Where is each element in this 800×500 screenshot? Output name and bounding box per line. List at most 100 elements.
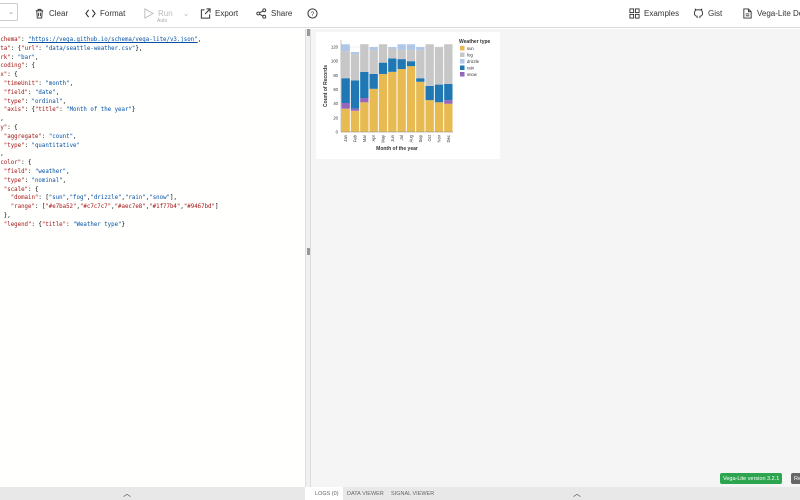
legend-swatch-sun <box>460 46 465 51</box>
code-key: "#c7c7c7" <box>79 204 112 211</box>
code-line[interactable]: "y": { <box>0 124 218 133</box>
tab-logs[interactable]: LOGS (0) <box>311 487 343 500</box>
bar-segment-rain <box>416 78 425 82</box>
clear-label: Clear <box>49 9 69 18</box>
bar-segment-fog <box>341 51 350 79</box>
chevron-down-icon[interactable]: ⌄ <box>183 9 190 18</box>
code-punct: : [ <box>34 204 46 211</box>
code-string: "Month of the year" <box>66 107 132 114</box>
x-axis-title: Month of the year <box>376 146 418 152</box>
code-line[interactable]: "type": "nominal", <box>0 177 218 186</box>
export-button[interactable]: Export <box>200 5 238 22</box>
legend-label: sun <box>467 46 474 51</box>
code-key: "#aec7e8" <box>114 204 146 211</box>
code-punct: , <box>62 98 67 105</box>
code-key: "$schema" <box>0 37 22 43</box>
trash-icon <box>35 8 44 19</box>
code-punct: : <box>10 54 18 61</box>
export-icon <box>200 8 211 19</box>
code-punct: , <box>73 133 77 140</box>
chevron-up-icon[interactable]: ︿ <box>123 488 131 499</box>
chevron-up-icon[interactable]: ︿ <box>573 488 581 499</box>
code-line[interactable]: "axis": {"title": "Month of the year"} <box>0 106 218 115</box>
bar-segment-drizzle <box>416 47 425 50</box>
code-line[interactable]: }, <box>0 150 218 159</box>
code-string[interactable]: "https://vega.github.io/schema/vega-lite… <box>28 37 198 43</box>
code-line[interactable]: "data": {"url": "data/seattle-weather.cs… <box>0 45 218 54</box>
code-key: "#9467bd" <box>183 204 215 211</box>
mode-dropdown[interactable]: ⌄ <box>0 3 18 21</box>
bar-chart: 0 20 40 60 80 100 120 Jan Feb Mar Apr May Jun Jul Aug S… <box>323 39 491 152</box>
x-tick-label: Dec <box>446 135 451 142</box>
bar-segment-fog <box>434 47 444 85</box>
code-line[interactable]: "type": "quantitative" <box>0 142 218 151</box>
code-punct: : { <box>7 124 18 131</box>
docs-button[interactable]: Vega-Lite Docs <box>742 5 800 22</box>
renderer-badge[interactable]: Re <box>791 473 800 484</box>
code-line[interactable]: "x": { <box>0 71 218 80</box>
code-string: "data/seattle-weather.csv" <box>45 45 136 52</box>
bar-segment-fog <box>378 44 388 63</box>
gist-button[interactable]: Gist <box>693 5 722 22</box>
bar-segment-sun <box>416 81 425 132</box>
bar-segment-fog <box>397 49 406 60</box>
code-key: "mark" <box>0 54 11 61</box>
code-punct: ] <box>214 204 219 211</box>
code-line[interactable]: "scale": { <box>0 186 218 195</box>
code-line[interactable]: "range": ["#e7ba52","#c7c7c7","#aec7e8",… <box>0 203 219 212</box>
code-key: "range" <box>10 204 35 211</box>
code-line[interactable]: "$schema": "https://vega.github.io/schem… <box>0 36 218 45</box>
code-punct: }, <box>0 116 4 123</box>
github-icon <box>693 8 704 19</box>
code-punct: } <box>131 107 136 114</box>
bar-segment-rain <box>406 61 416 67</box>
bar-segment-sun <box>360 102 369 132</box>
tab-signal-viewer[interactable]: SIGNAL VIEWER <box>387 487 438 500</box>
code-line[interactable]: "domain": ["sun","fog","drizzle","rain",… <box>0 194 218 203</box>
bar-segment-sun <box>369 88 378 132</box>
code-editor[interactable]: "$schema": "https://vega.github.io/schem… <box>0 29 305 487</box>
code-line[interactable]: "color": { <box>0 159 218 168</box>
code-key: "type" <box>3 177 25 184</box>
bar-segment-snow <box>360 98 369 103</box>
code-line[interactable]: "aggregate": "count", <box>0 133 218 142</box>
code-line[interactable]: }, <box>0 212 218 221</box>
code-line[interactable]: "legend": {"title": "Weather type"} <box>0 221 218 230</box>
code-key: "title" <box>34 107 60 114</box>
code-line[interactable]: "field": "date", <box>0 89 218 98</box>
code-line[interactable]: "type": "ordinal", <box>0 98 218 107</box>
legend-swatch-rain <box>460 65 465 70</box>
code-punct: , <box>55 89 60 96</box>
splitter-grip[interactable] <box>307 248 310 255</box>
examples-label: Examples <box>644 9 680 18</box>
bar-segment-fog <box>425 44 434 86</box>
code-key: "field" <box>3 89 29 96</box>
code-line[interactable]: "field": "weather", <box>0 168 218 177</box>
clear-button[interactable]: Clear <box>34 5 68 22</box>
bar-segment-rain <box>425 86 434 101</box>
examples-button[interactable]: Examples <box>629 5 679 22</box>
bar-segment-rain <box>360 71 369 99</box>
code-line[interactable]: "encoding": { <box>0 62 218 71</box>
help-button[interactable]: ? <box>307 5 318 22</box>
splitter-grip[interactable] <box>307 29 310 36</box>
bar-segment-snow <box>341 102 350 109</box>
toolbar: ⌄ Clear Format Run ⌄ Auto Export Share ?… <box>0 0 800 28</box>
format-button[interactable]: Format <box>85 5 125 22</box>
code-key: "scale" <box>3 186 29 193</box>
code-line[interactable]: }, <box>0 115 218 124</box>
bar-segment-sun <box>434 102 444 132</box>
code-punct: }, <box>3 212 11 219</box>
code-line[interactable]: "timeUnit": "month", <box>0 80 218 89</box>
bar-segment-sun <box>388 71 397 132</box>
code-line[interactable]: "mark": "bar", <box>0 54 218 63</box>
export-label: Export <box>215 9 239 18</box>
x-tick-label: Mar <box>362 134 367 142</box>
share-button[interactable]: Share <box>256 5 292 22</box>
code-lines[interactable]: "$schema": "https://vega.github.io/schem… <box>0 36 218 230</box>
y-tick-label: 120 <box>331 45 339 50</box>
y-tick-label: 100 <box>331 59 339 64</box>
code-string: "bar" <box>17 54 35 61</box>
code-punct: : <box>24 98 32 105</box>
tab-data-viewer[interactable]: DATA VIEWER <box>343 487 388 500</box>
